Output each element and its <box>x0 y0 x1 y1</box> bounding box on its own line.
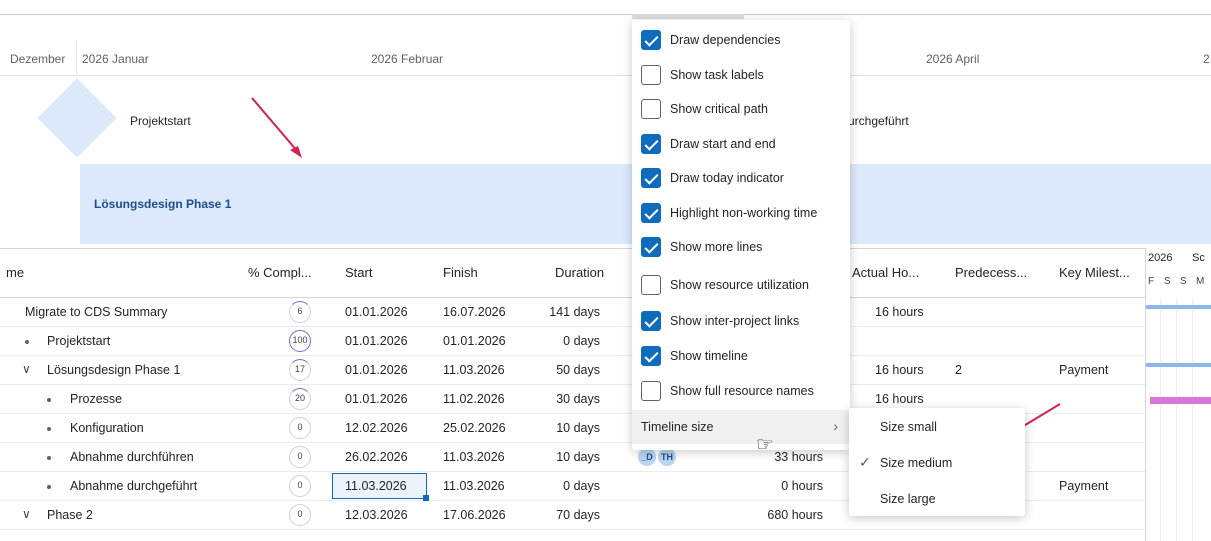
checkbox-unchecked-icon[interactable] <box>641 275 661 295</box>
menu-item-show-inter-project-links[interactable]: Show inter-project links <box>632 304 850 338</box>
checkbox-checked-icon[interactable] <box>641 237 661 257</box>
checkbox-unchecked-icon[interactable] <box>641 381 661 401</box>
menu-item-label: Draw dependencies <box>670 33 781 47</box>
menu-item-label: Show task labels <box>670 68 764 82</box>
menu-item-highlight-non-working-time[interactable]: Highlight non-working time <box>632 196 850 230</box>
menu-item-show-more-lines[interactable]: Show more lines <box>632 230 850 264</box>
menu-item-label: Show inter-project links <box>670 314 800 328</box>
menu-item-show-resource-utilization[interactable]: Show resource utilization <box>632 268 850 302</box>
checkbox-checked-icon[interactable] <box>641 203 661 223</box>
annotation-arrows <box>251 97 1061 461</box>
checkbox-unchecked-icon[interactable] <box>641 99 661 119</box>
menu-item-show-full-resource-names[interactable]: Show full resource names <box>632 374 850 408</box>
menu-item-size-small[interactable]: Size small <box>849 410 1025 444</box>
menu-item-draw-dependencies[interactable]: Draw dependencies <box>632 23 850 57</box>
menu-item-label: Draw today indicator <box>670 171 784 185</box>
menu-item-label: Show full resource names <box>670 384 814 398</box>
checkbox-checked-icon[interactable] <box>641 134 661 154</box>
checkbox-unchecked-icon[interactable] <box>641 65 661 85</box>
menu-item-label: Size medium <box>880 456 953 470</box>
menu-item-label: Timeline size <box>641 420 714 434</box>
menu-item-draw-start-end[interactable]: Draw start and end <box>632 127 850 161</box>
annotation-arrow <box>251 97 299 153</box>
menu-item-draw-today-indicator[interactable]: Draw today indicator <box>632 161 850 195</box>
checkbox-checked-icon[interactable] <box>641 346 661 366</box>
menu-item-timeline-size[interactable]: Timeline size › <box>632 410 850 444</box>
menu-item-label: Draw start and end <box>670 137 776 151</box>
checkbox-checked-icon[interactable] <box>641 168 661 188</box>
menu-item-size-medium[interactable]: ✓ Size medium <box>849 446 1025 480</box>
timeline-size-submenu[interactable]: Size small ✓ Size medium Size large <box>849 408 1025 516</box>
menu-item-label: Show more lines <box>670 240 763 254</box>
menu-item-show-critical-path[interactable]: Show critical path <box>632 92 850 126</box>
chevron-right-icon: › <box>833 418 838 434</box>
checkmark-icon: ✓ <box>859 454 871 470</box>
menu-item-label: Show resource utilization <box>670 278 809 292</box>
arrowhead <box>290 146 302 158</box>
menu-item-label: Show timeline <box>670 349 748 363</box>
menu-item-size-large[interactable]: Size large <box>849 482 1025 516</box>
menu-item-label: Show critical path <box>670 102 768 116</box>
checkbox-checked-icon[interactable] <box>641 30 661 50</box>
timeline-options-menu[interactable]: Draw dependencies Show task labels Show … <box>632 20 850 450</box>
menu-item-show-task-labels[interactable]: Show task labels <box>632 58 850 92</box>
menu-item-label: Highlight non-working time <box>670 206 818 220</box>
menu-item-label: Size small <box>880 420 937 434</box>
menu-item-label: Size large <box>880 492 936 506</box>
checkbox-checked-icon[interactable] <box>641 311 661 331</box>
hand-pointer-icon: ☞ <box>756 434 774 456</box>
menu-item-show-timeline[interactable]: Show timeline <box>632 339 850 373</box>
